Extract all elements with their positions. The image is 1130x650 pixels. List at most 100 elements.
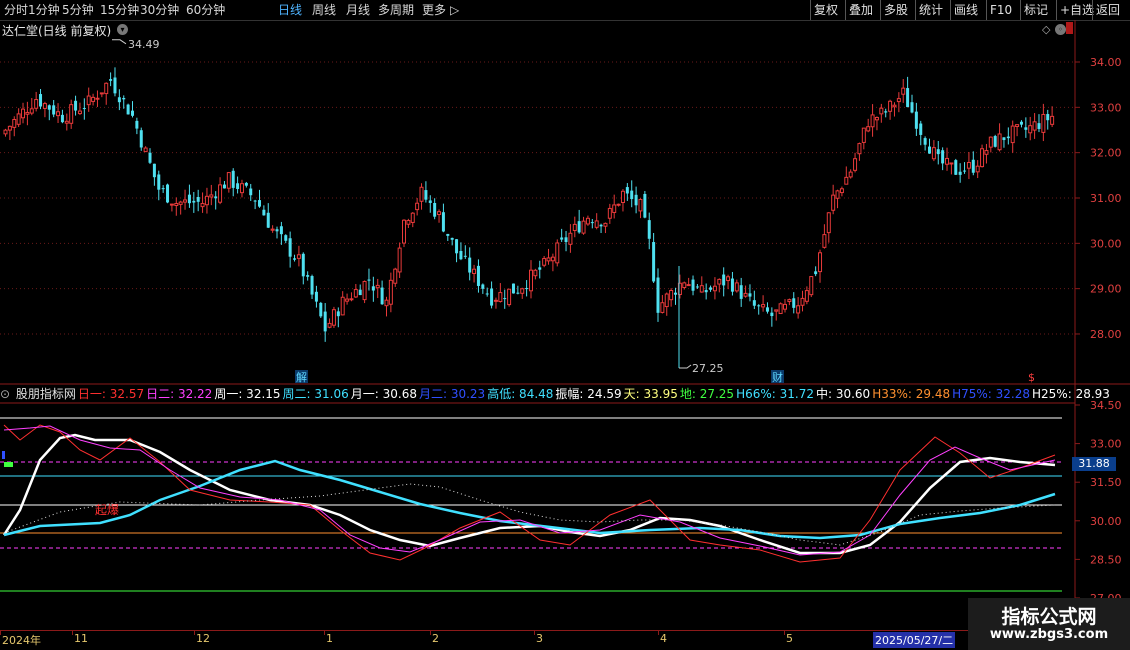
candle-body <box>21 108 26 119</box>
candle-body <box>914 111 918 129</box>
candle-body <box>770 312 774 317</box>
candlestick <box>200 192 205 213</box>
candlestick <box>104 82 109 105</box>
candle-body <box>717 278 722 285</box>
high-pointer <box>112 39 127 45</box>
signal-marker <box>4 462 13 467</box>
y-tick-label: 28.00 <box>1090 328 1122 341</box>
candlestick <box>1024 117 1028 138</box>
candlestick <box>594 213 599 230</box>
candlestick <box>270 225 275 233</box>
candlestick <box>21 102 26 124</box>
candlestick <box>686 277 691 287</box>
candle-body <box>481 284 485 289</box>
candlestick <box>660 295 665 314</box>
candle-body <box>599 224 603 227</box>
indicator-settings-icon[interactable]: ⊙ <box>0 387 14 401</box>
candle-body <box>34 99 39 109</box>
candle-body <box>691 279 695 291</box>
indicator-value-0: 日一: 32.57 <box>77 387 145 401</box>
candle-body <box>82 108 86 110</box>
candle-body <box>652 242 656 282</box>
candle-body <box>463 255 467 257</box>
candlestick <box>1002 137 1006 148</box>
candlestick <box>266 203 270 229</box>
high-price-label: 34.49 <box>128 38 160 51</box>
candlestick <box>809 276 814 298</box>
candle-body <box>525 288 529 290</box>
candle-body <box>64 120 69 124</box>
candle-body <box>319 302 323 317</box>
candlestick <box>1050 106 1055 128</box>
candle-body <box>809 276 814 296</box>
candle-body <box>1050 115 1055 125</box>
y-tick-label: 33.00 <box>1090 101 1122 114</box>
candlestick <box>870 104 875 137</box>
candlestick <box>214 191 218 210</box>
candle-body <box>415 202 420 211</box>
candle-body <box>616 203 621 206</box>
candlestick <box>284 234 288 244</box>
candlestick <box>857 142 862 161</box>
candlestick <box>603 222 608 234</box>
candle-body <box>345 298 350 302</box>
candlestick <box>914 102 918 136</box>
candle-body <box>192 200 196 203</box>
candlestick <box>542 255 547 268</box>
candlestick <box>511 283 515 294</box>
candle-body <box>686 284 691 287</box>
candle-body <box>643 193 647 218</box>
candle-body <box>262 209 266 216</box>
date-tick <box>534 630 535 635</box>
candle-body <box>919 123 923 135</box>
candlestick <box>761 295 766 312</box>
candle-body <box>104 82 109 95</box>
candle-body <box>39 94 43 107</box>
candle-body <box>1006 136 1010 139</box>
candlestick <box>340 291 345 316</box>
candle-body <box>12 119 17 128</box>
candlestick <box>459 242 463 261</box>
candlestick <box>161 185 165 193</box>
candle-body <box>130 110 134 116</box>
series-line-day1 <box>3 424 1056 563</box>
candle-body <box>853 158 858 171</box>
candlestick <box>1010 120 1015 153</box>
candlestick <box>406 218 411 228</box>
candlestick <box>743 285 748 298</box>
candle-body <box>866 126 871 132</box>
candlestick <box>196 189 200 212</box>
candle-body <box>384 299 389 307</box>
indicator-value-13: H75%: 32.28 <box>952 387 1031 401</box>
candlestick <box>424 181 428 203</box>
candle-body <box>572 223 577 231</box>
signal-marker <box>2 451 5 459</box>
candlestick <box>1019 120 1023 128</box>
y-tick-label: 31.00 <box>1090 192 1122 205</box>
candlestick <box>231 168 235 197</box>
candlestick <box>384 296 389 317</box>
candlestick <box>86 87 91 112</box>
candlestick <box>533 268 538 280</box>
candlestick <box>183 189 188 210</box>
candle-body <box>402 219 407 244</box>
current-date-badge: 2025/05/27/二 <box>873 632 956 648</box>
candle-body <box>638 198 643 212</box>
candle-body <box>25 111 30 115</box>
candle-body <box>169 203 174 206</box>
candlestick <box>778 302 783 315</box>
candlestick <box>91 93 96 106</box>
candlestick <box>39 88 43 110</box>
brand-name: 指标公式网 <box>1001 606 1097 628</box>
candlestick <box>331 306 336 328</box>
candle-body <box>857 143 862 155</box>
candle-body <box>74 100 78 111</box>
candle-body <box>896 98 901 103</box>
candlestick <box>822 224 827 249</box>
candle-body <box>340 296 345 316</box>
candlestick <box>634 186 638 214</box>
candlestick <box>152 163 156 186</box>
candlestick <box>362 280 367 304</box>
candlestick <box>74 95 78 116</box>
candlestick <box>722 267 726 297</box>
